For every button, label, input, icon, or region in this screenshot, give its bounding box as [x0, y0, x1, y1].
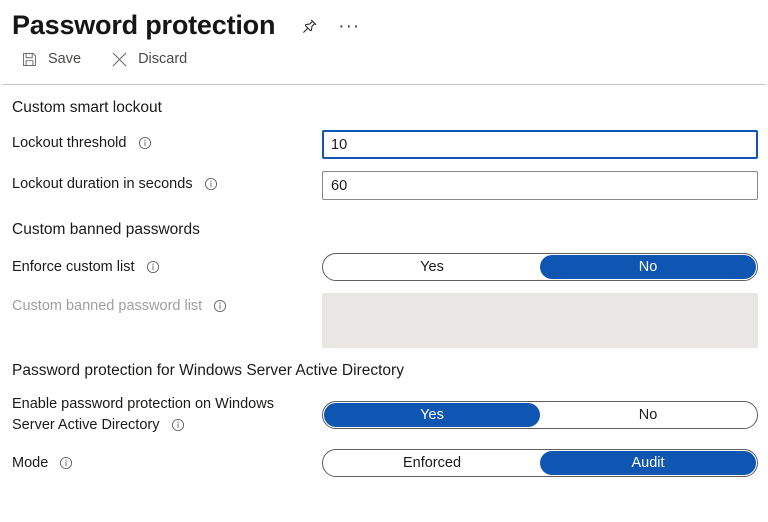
- mode-option-audit[interactable]: Audit: [540, 451, 756, 475]
- custom-banned-password-list-textarea: [322, 293, 758, 348]
- save-floppy-icon: [19, 49, 39, 69]
- pin-icon[interactable]: [299, 17, 319, 37]
- ellipsis-icon-glyph: ···: [338, 15, 361, 37]
- enforce-custom-list-control: Yes No: [322, 253, 768, 281]
- lockout-duration-input[interactable]: [322, 171, 758, 200]
- lockout-threshold-label: Lockout threshold: [12, 130, 322, 154]
- info-icon[interactable]: [59, 456, 73, 470]
- settings-form: Custom smart lockout Lockout threshold L…: [0, 85, 768, 477]
- mode-toggle[interactable]: Enforced Audit: [322, 449, 758, 477]
- section-heading-banned-passwords: Custom banned passwords: [12, 221, 200, 238]
- save-button-label: Save: [48, 51, 82, 67]
- lockout-threshold-label-text: Lockout threshold: [12, 135, 127, 151]
- enable-password-protection-option-yes[interactable]: Yes: [324, 403, 540, 427]
- enforce-custom-list-option-yes[interactable]: Yes: [324, 255, 540, 279]
- field-custom-banned-password-list: Custom banned password list: [0, 281, 768, 348]
- enable-password-protection-label: Enable password protection on Windows Se…: [12, 394, 322, 436]
- close-x-icon: [109, 49, 129, 69]
- enable-password-protection-control: Yes No: [322, 401, 768, 429]
- enforce-custom-list-option-no[interactable]: No: [540, 255, 756, 279]
- info-icon[interactable]: [138, 136, 152, 150]
- info-icon[interactable]: [204, 177, 218, 191]
- discard-button-label: Discard: [138, 51, 188, 67]
- custom-banned-password-list-label: Custom banned password list: [12, 293, 322, 317]
- save-button[interactable]: Save: [15, 45, 91, 73]
- enable-password-protection-option-no[interactable]: No: [540, 403, 756, 427]
- enable-password-protection-toggle[interactable]: Yes No: [322, 401, 758, 429]
- info-icon[interactable]: [146, 260, 160, 274]
- lockout-duration-label: Lockout duration in seconds: [12, 171, 322, 195]
- blade-title-bar: Password protection ···: [0, 0, 768, 40]
- info-icon[interactable]: [213, 299, 227, 313]
- mode-label-text: Mode: [12, 454, 49, 471]
- discard-button[interactable]: Discard: [105, 45, 197, 73]
- lockout-threshold-control: [322, 130, 768, 159]
- command-bar: Save Discard: [0, 40, 768, 78]
- mode-label: Mode: [12, 453, 322, 474]
- more-options-icon[interactable]: ···: [338, 15, 361, 37]
- page-title: Password protection: [12, 9, 276, 40]
- section-heading-windows-server-ad: Password protection for Windows Server A…: [12, 362, 404, 379]
- mode-option-enforced[interactable]: Enforced: [324, 451, 540, 475]
- enforce-custom-list-toggle[interactable]: Yes No: [322, 253, 758, 281]
- mode-control: Enforced Audit: [322, 449, 768, 477]
- lockout-duration-control: [322, 171, 768, 200]
- password-protection-blade: Password protection ··· Save Discard Cus…: [0, 0, 768, 522]
- lockout-threshold-input[interactable]: [322, 130, 758, 159]
- field-enforce-custom-list: Enforce custom list Yes No: [0, 240, 768, 281]
- field-lockout-threshold: Lockout threshold: [0, 118, 768, 159]
- info-icon[interactable]: [171, 418, 185, 432]
- custom-banned-password-list-control: [322, 293, 768, 348]
- enforce-custom-list-label-text: Enforce custom list: [12, 258, 135, 275]
- blade-title-actions: ···: [299, 13, 359, 37]
- enforce-custom-list-label: Enforce custom list: [12, 257, 322, 278]
- lockout-duration-label-text: Lockout duration in seconds: [12, 176, 193, 192]
- section-heading-smart-lockout: Custom smart lockout: [12, 99, 162, 116]
- field-mode: Mode Enforced Audit: [0, 436, 768, 477]
- custom-banned-password-list-label-text: Custom banned password list: [12, 298, 203, 314]
- field-enable-password-protection: Enable password protection on Windows Se…: [0, 381, 768, 436]
- enable-password-protection-label-text: Enable password protection on Windows Se…: [12, 396, 274, 433]
- field-lockout-duration: Lockout duration in seconds: [0, 159, 768, 200]
